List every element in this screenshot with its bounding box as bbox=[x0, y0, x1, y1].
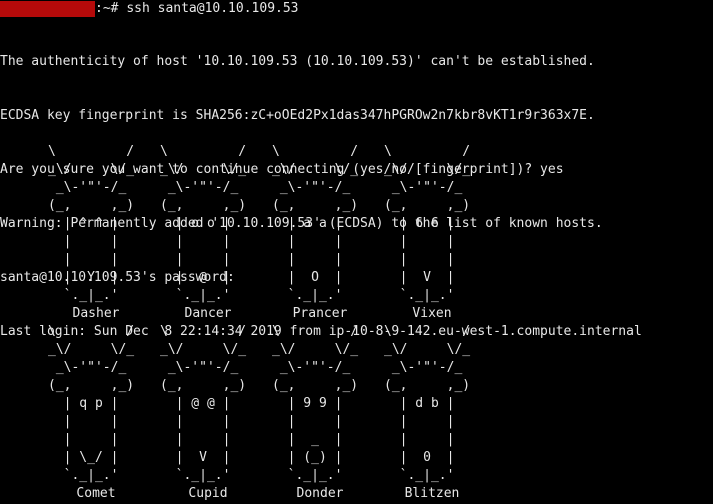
reindeer-name: Cupid bbox=[188, 486, 228, 501]
reindeer-art: \ / _\/ \/_ _\-'"'-/_ (_, ,_) | 9 9 | | … bbox=[272, 324, 359, 483]
reindeer-comet: \ / _\/ \/_ _\-'"'-/_ (_, ,_) | q p | | … bbox=[48, 323, 160, 503]
terminal-window[interactable]: :~# ssh santa@10.10.109.53 The authentic… bbox=[0, 0, 713, 504]
reindeer-art: \ / _\/ \/_ _\-'"'-/_ (_, ,_) | o o | | … bbox=[160, 144, 247, 303]
reindeer-row-2: \ / _\/ \/_ _\-'"'-/_ (_, ,_) | q p | | … bbox=[48, 323, 496, 503]
reindeer-art: \ / _\/ \/_ _\-'"'-/_ (_, ,_) | a a | | … bbox=[272, 144, 359, 303]
reindeer-art: \ / _\/ \/_ _\-'"'-/_ (_, ,_) | q p | | … bbox=[48, 324, 135, 483]
reindeer-prancer: \ / _\/ \/_ _\-'"'-/_ (_, ,_) | a a | | … bbox=[272, 143, 384, 323]
reindeer-name: Dancer bbox=[184, 306, 232, 321]
reindeer-name: Prancer bbox=[292, 306, 348, 321]
reindeer-art: \ / _\/ \/_ _\-'"'-/_ (_, ,_) | d b | | … bbox=[384, 324, 471, 483]
typed-command: ssh santa@10.10.109.53 bbox=[126, 1, 299, 16]
reindeer-banner: \ / _\/ \/_ _\-'"'-/_ (_, ,_) | ^ ^ | | … bbox=[48, 143, 496, 503]
reindeer-cupid: \ / _\/ \/_ _\-'"'-/_ (_, ,_) | @ @ | | … bbox=[160, 323, 272, 503]
command-prompt-line: :~# ssh santa@10.10.109.53 bbox=[0, 0, 713, 18]
reindeer-name: Vixen bbox=[412, 306, 452, 321]
host-authenticity-line: The authenticity of host '10.10.109.53 (… bbox=[0, 54, 595, 69]
reindeer-dancer: \ / _\/ \/_ _\-'"'-/_ (_, ,_) | o o | | … bbox=[160, 143, 272, 323]
reindeer-row-1: \ / _\/ \/_ _\-'"'-/_ (_, ,_) | ^ ^ | | … bbox=[48, 143, 496, 323]
reindeer-name: Dasher bbox=[72, 306, 120, 321]
key-fingerprint-line: ECDSA key fingerprint is SHA256:zC+oOEd2… bbox=[0, 108, 595, 123]
reindeer-art: \ / _\/ \/_ _\-'"'-/_ (_, ,_) | @ @ | | … bbox=[160, 324, 247, 483]
reindeer-art: \ / _\/ \/_ _\-'"'-/_ (_, ,_) | 6 6 | | … bbox=[384, 144, 471, 303]
prompt-suffix: :~# bbox=[95, 1, 127, 16]
reindeer-donder: \ / _\/ \/_ _\-'"'-/_ (_, ,_) | 9 9 | | … bbox=[272, 323, 384, 503]
reindeer-blitzen: \ / _\/ \/_ _\-'"'-/_ (_, ,_) | d b | | … bbox=[384, 323, 496, 503]
reindeer-name: Blitzen bbox=[404, 486, 460, 501]
reindeer-vixen: \ / _\/ \/_ _\-'"'-/_ (_, ,_) | 6 6 | | … bbox=[384, 143, 496, 323]
redacted-hostname bbox=[0, 1, 95, 17]
reindeer-name: Donder bbox=[296, 486, 344, 501]
reindeer-name: Comet bbox=[76, 486, 116, 501]
reindeer-art: \ / _\/ \/_ _\-'"'-/_ (_, ,_) | ^ ^ | | … bbox=[48, 144, 135, 303]
reindeer-dasher: \ / _\/ \/_ _\-'"'-/_ (_, ,_) | ^ ^ | | … bbox=[48, 143, 160, 323]
